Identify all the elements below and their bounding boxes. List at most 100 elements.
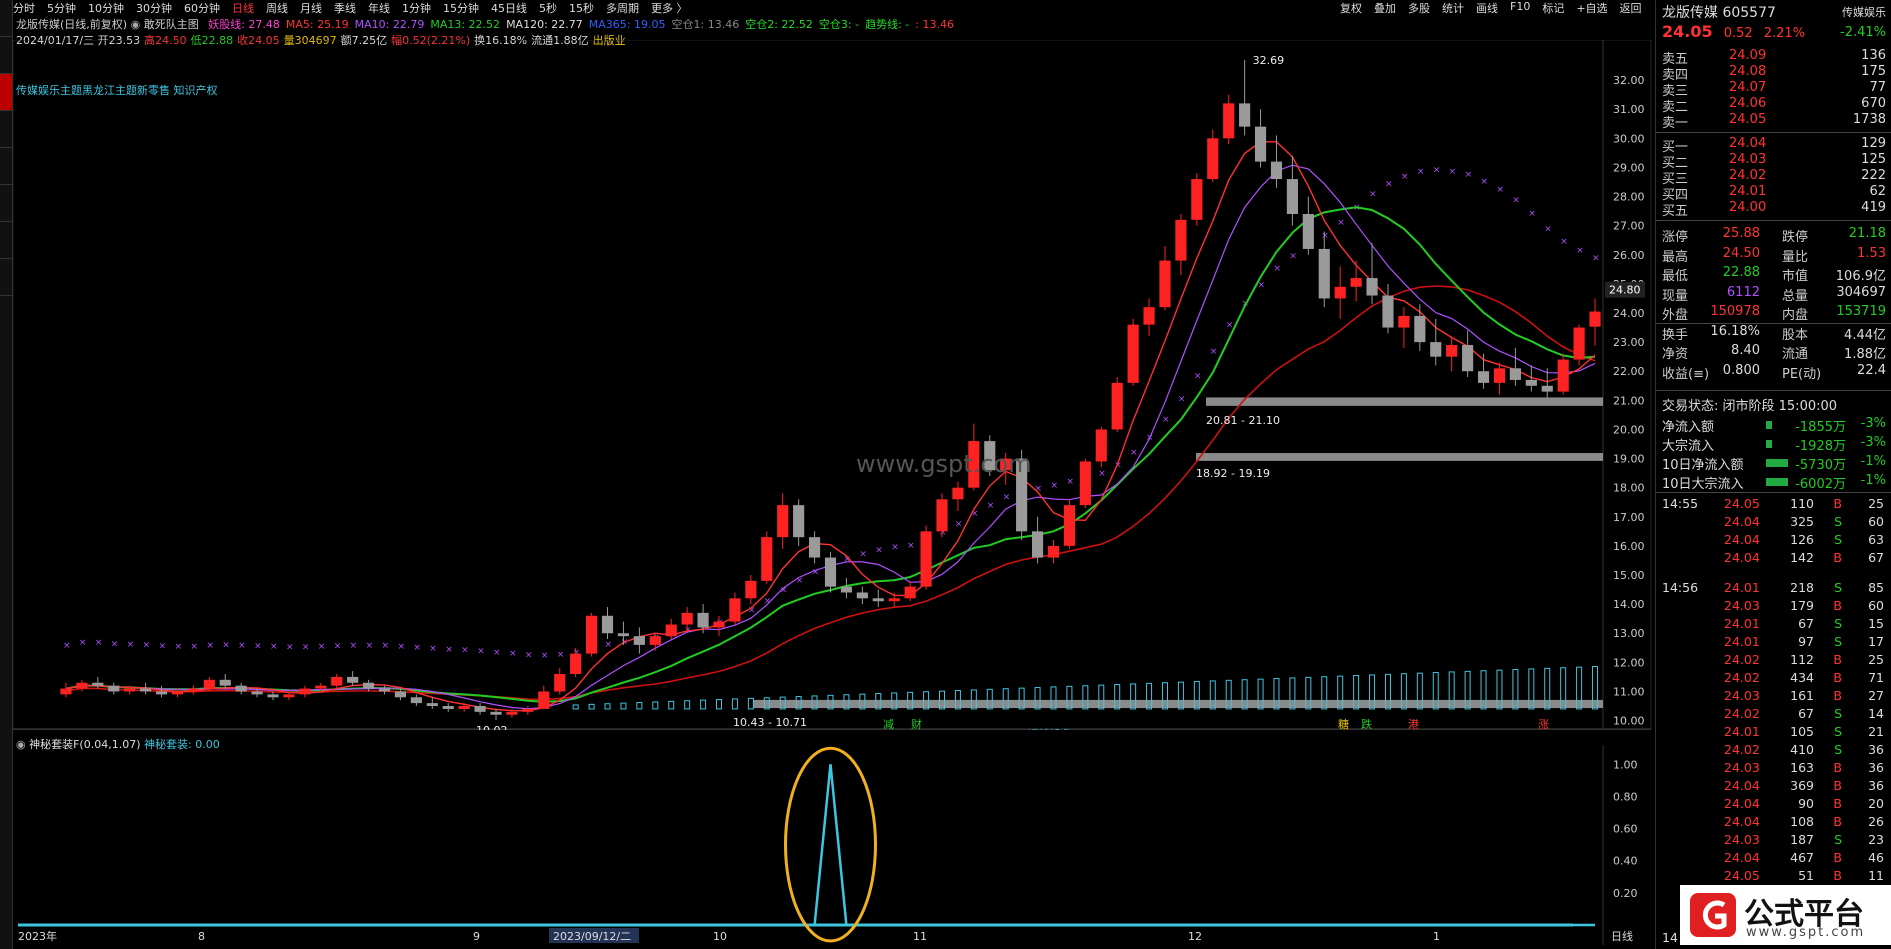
tick-row[interactable]: 24.04 369 B 36 <box>1662 778 1884 796</box>
period-tab-6[interactable]: 周线 <box>266 0 288 15</box>
tool-button-6[interactable]: 标记 <box>1542 0 1564 16</box>
side-tab-5[interactable] <box>0 148 12 185</box>
candle[interactable] <box>108 682 120 695</box>
candle[interactable] <box>1318 231 1330 308</box>
period-tab-9[interactable]: 年线 <box>368 0 390 15</box>
candle[interactable] <box>474 703 486 715</box>
candle[interactable] <box>363 679 375 692</box>
candle[interactable] <box>394 688 407 701</box>
candle[interactable] <box>1270 135 1283 188</box>
tool-button-0[interactable]: 复权 <box>1340 0 1362 16</box>
candle[interactable] <box>729 592 741 625</box>
candle[interactable] <box>347 671 359 686</box>
settings-icon[interactable]: ◉ <box>131 18 141 31</box>
tick-row[interactable]: 24.02 410 S 36 <box>1662 742 1884 760</box>
side-tab-2[interactable] <box>0 37 12 74</box>
tick-row[interactable]: 24.01 97 S 17 <box>1662 634 1884 652</box>
candle[interactable] <box>538 685 550 709</box>
sector-short[interactable]: 传媒娱乐 <box>1842 4 1886 20</box>
candle[interactable] <box>155 685 168 698</box>
x-axis-mode[interactable]: 日线 <box>1611 929 1633 943</box>
candle[interactable] <box>1047 540 1060 564</box>
candle[interactable] <box>1334 266 1346 319</box>
tick-row[interactable]: 24.04 90 B 20 <box>1662 796 1884 814</box>
candle[interactable] <box>1143 298 1155 337</box>
event-marker[interactable]: 涨 <box>1538 718 1549 730</box>
tool-button-5[interactable]: F10 <box>1510 0 1530 16</box>
tick-row[interactable]: 24.02 112 B 25 <box>1662 652 1884 670</box>
side-tab-7[interactable] <box>0 222 12 259</box>
candle[interactable] <box>1462 330 1474 378</box>
period-tab-2[interactable]: 10分钟 <box>88 0 124 15</box>
tick-row[interactable]: 24.03 163 B 36 <box>1662 760 1884 778</box>
side-tab-8[interactable] <box>0 259 12 296</box>
candle[interactable] <box>1159 246 1171 311</box>
candle[interactable] <box>267 691 279 701</box>
tool-button-8[interactable]: 返回 <box>1620 0 1642 16</box>
tick-row[interactable]: 24.03 187 S 23 <box>1662 832 1884 850</box>
candle[interactable] <box>378 685 391 695</box>
period-tab-0[interactable]: 分时 <box>13 0 35 15</box>
candle[interactable] <box>1398 307 1410 348</box>
period-tab-13[interactable]: 5秒 <box>539 0 557 15</box>
tick-row[interactable]: 24.04 126 S 63 <box>1662 532 1884 550</box>
candle[interactable] <box>808 531 821 564</box>
candle[interactable] <box>761 531 773 584</box>
candle[interactable] <box>522 706 534 715</box>
candle[interactable] <box>1446 336 1458 372</box>
side-tab-3[interactable] <box>0 74 12 111</box>
period-tab-3[interactable]: 30分钟 <box>136 0 172 15</box>
period-tab-5[interactable]: 日线 <box>232 0 254 15</box>
candle[interactable] <box>1509 347 1521 386</box>
candle[interactable] <box>1095 426 1107 468</box>
candle[interactable] <box>1079 458 1091 509</box>
candle[interactable] <box>187 685 199 695</box>
candle[interactable] <box>219 674 231 689</box>
candle[interactable] <box>1414 304 1426 351</box>
candle[interactable] <box>601 607 614 640</box>
period-tab-4[interactable]: 60分钟 <box>184 0 220 15</box>
candle[interactable] <box>490 708 502 720</box>
candle[interactable] <box>1111 377 1123 433</box>
sub-indicator-chart[interactable]: 1.00 0.80 0.60 0.40 0.20 2023年 8 9 2023/09/12/二 1… <box>13 745 1653 945</box>
tick-row[interactable]: 24.04 325 S 60 <box>1662 514 1884 532</box>
candle[interactable] <box>904 580 916 602</box>
candle[interactable] <box>1366 243 1378 305</box>
tool-button-1[interactable]: 叠加 <box>1374 0 1396 16</box>
candle[interactable] <box>888 592 900 608</box>
candle[interactable] <box>1557 353 1569 395</box>
candle[interactable] <box>1223 94 1235 145</box>
period-tab-16[interactable]: 更多 〉 <box>651 0 688 15</box>
tick-row[interactable]: 24.03 179 B 60 <box>1662 598 1884 616</box>
period-tab-15[interactable]: 多周期 <box>606 0 639 15</box>
candle[interactable] <box>920 525 932 590</box>
candle[interactable] <box>1031 516 1044 564</box>
ask-row[interactable]: 卖一 24.05 1738 <box>1662 112 1886 131</box>
candle[interactable] <box>872 589 884 608</box>
event-marker[interactable]: 糖 <box>1338 717 1349 730</box>
candle[interactable] <box>1127 318 1139 386</box>
candle[interactable] <box>936 493 948 538</box>
tick-row[interactable]: 24.04 108 B 26 <box>1662 814 1884 832</box>
candle[interactable] <box>665 618 677 640</box>
event-marker[interactable]: 跌 <box>1361 717 1372 730</box>
candle[interactable] <box>1589 298 1601 346</box>
candle[interactable] <box>299 685 311 698</box>
tool-button-7[interactable]: +自选 <box>1576 0 1607 16</box>
event-marker[interactable]: 港 <box>1408 718 1419 730</box>
event-marker[interactable]: 减 <box>883 718 894 730</box>
candle[interactable] <box>793 499 805 546</box>
candle[interactable] <box>554 668 566 695</box>
candle[interactable] <box>1350 260 1362 302</box>
period-tab-12[interactable]: 45日线 <box>491 0 527 15</box>
tick-row[interactable]: 14:55 24.05 110 B 25 <box>1662 496 1884 514</box>
candle[interactable] <box>745 575 757 605</box>
candle[interactable] <box>1175 214 1187 276</box>
period-tab-10[interactable]: 1分钟 <box>402 0 431 15</box>
candle[interactable] <box>1302 196 1314 255</box>
candle[interactable] <box>633 627 645 654</box>
candle[interactable] <box>1063 499 1075 549</box>
period-tab-1[interactable]: 5分钟 <box>47 0 76 15</box>
bid-row[interactable]: 买五 24.00 419 <box>1662 200 1886 219</box>
candle[interactable] <box>331 674 343 689</box>
